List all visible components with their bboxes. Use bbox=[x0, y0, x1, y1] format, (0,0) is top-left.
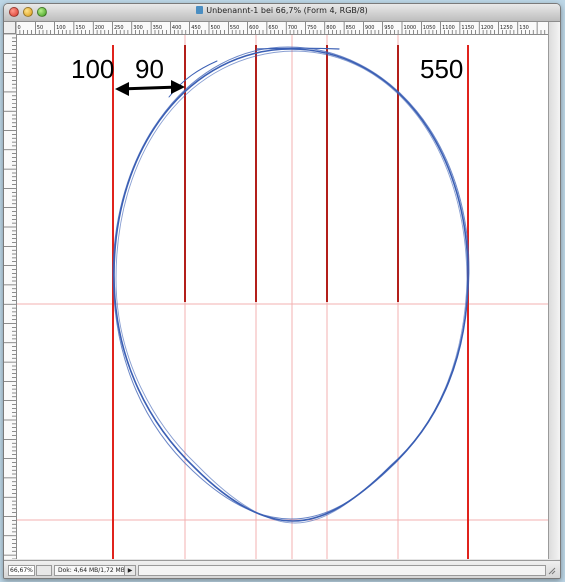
canvas-artwork bbox=[17, 35, 548, 559]
ruler-label: 400 bbox=[172, 25, 182, 31]
title-bar[interactable]: Unbenannt-1 bei 66,7% (Form 4, RGB/8) bbox=[4, 4, 560, 22]
ruler-label: 600 bbox=[249, 25, 259, 31]
vertical-ruler[interactable] bbox=[4, 34, 17, 559]
ruler-label: 130 bbox=[519, 25, 529, 31]
ruler-origin[interactable] bbox=[4, 22, 16, 34]
photoshop-document-window: Unbenannt-1 bei 66,7% (Form 4, RGB/8) 0 5… bbox=[3, 3, 561, 579]
ruler-label: 700 bbox=[288, 25, 298, 31]
ruler-label: 50 bbox=[37, 25, 43, 31]
ruler-label: 650 bbox=[268, 25, 278, 31]
label-left-margin: 100 bbox=[71, 54, 115, 84]
ruler-label: 200 bbox=[95, 25, 105, 31]
head-outline[interactable] bbox=[112, 46, 470, 524]
ruler-label: 800 bbox=[326, 25, 336, 31]
ruler-label: 100 bbox=[56, 25, 66, 31]
horizontal-scrollbar[interactable] bbox=[138, 565, 546, 576]
horizontal-ruler[interactable]: 0 50 100 150 200 250 300 350 400 450 500 550 600 650 7… bbox=[16, 22, 548, 35]
ruler-label: 1150 bbox=[461, 25, 474, 31]
window-title: Unbenannt-1 bei 66,7% (Form 4, RGB/8) bbox=[4, 6, 560, 15]
ruler-label: 450 bbox=[191, 25, 201, 31]
label-right: 550 bbox=[420, 54, 464, 84]
ruler-label: 1250 bbox=[500, 25, 513, 31]
ruler-label: 550 bbox=[230, 25, 240, 31]
ruler-label: 1000 bbox=[404, 25, 417, 31]
ruler-label: 300 bbox=[133, 25, 143, 31]
info-menu-arrow-icon[interactable]: ▶ bbox=[124, 565, 136, 576]
ruler-label: 950 bbox=[384, 25, 394, 31]
status-bar: 66,67% Dok: 4,64 MB/1,72 MB ▶ bbox=[4, 560, 560, 578]
document-canvas[interactable]: 100 90 550 bbox=[17, 35, 548, 559]
status-menu-button[interactable] bbox=[36, 565, 52, 576]
resize-grip-icon[interactable] bbox=[548, 567, 556, 575]
document-size-info: Dok: 4,64 MB/1,72 MB bbox=[54, 565, 125, 576]
ruler-label: 900 bbox=[365, 25, 375, 31]
ruler-label: 0 bbox=[18, 25, 21, 31]
ruler-label: 500 bbox=[211, 25, 221, 31]
vertical-scrollbar[interactable] bbox=[548, 22, 560, 559]
window-title-text: Unbenannt-1 bei 66,7% (Form 4, RGB/8) bbox=[206, 6, 368, 15]
ruler-label: 1200 bbox=[481, 25, 494, 31]
ruler-label: 850 bbox=[346, 25, 356, 31]
label-gap: 90 bbox=[135, 54, 164, 84]
ruler-label: 250 bbox=[114, 25, 124, 31]
ruler-label: 750 bbox=[307, 25, 317, 31]
ruler-label: 1050 bbox=[423, 25, 436, 31]
ruler-label: 350 bbox=[153, 25, 163, 31]
zoom-level-field[interactable]: 66,67% bbox=[8, 565, 35, 576]
ruler-label: 150 bbox=[75, 25, 85, 31]
ruler-label: 1100 bbox=[442, 25, 455, 31]
document-icon bbox=[196, 6, 204, 14]
